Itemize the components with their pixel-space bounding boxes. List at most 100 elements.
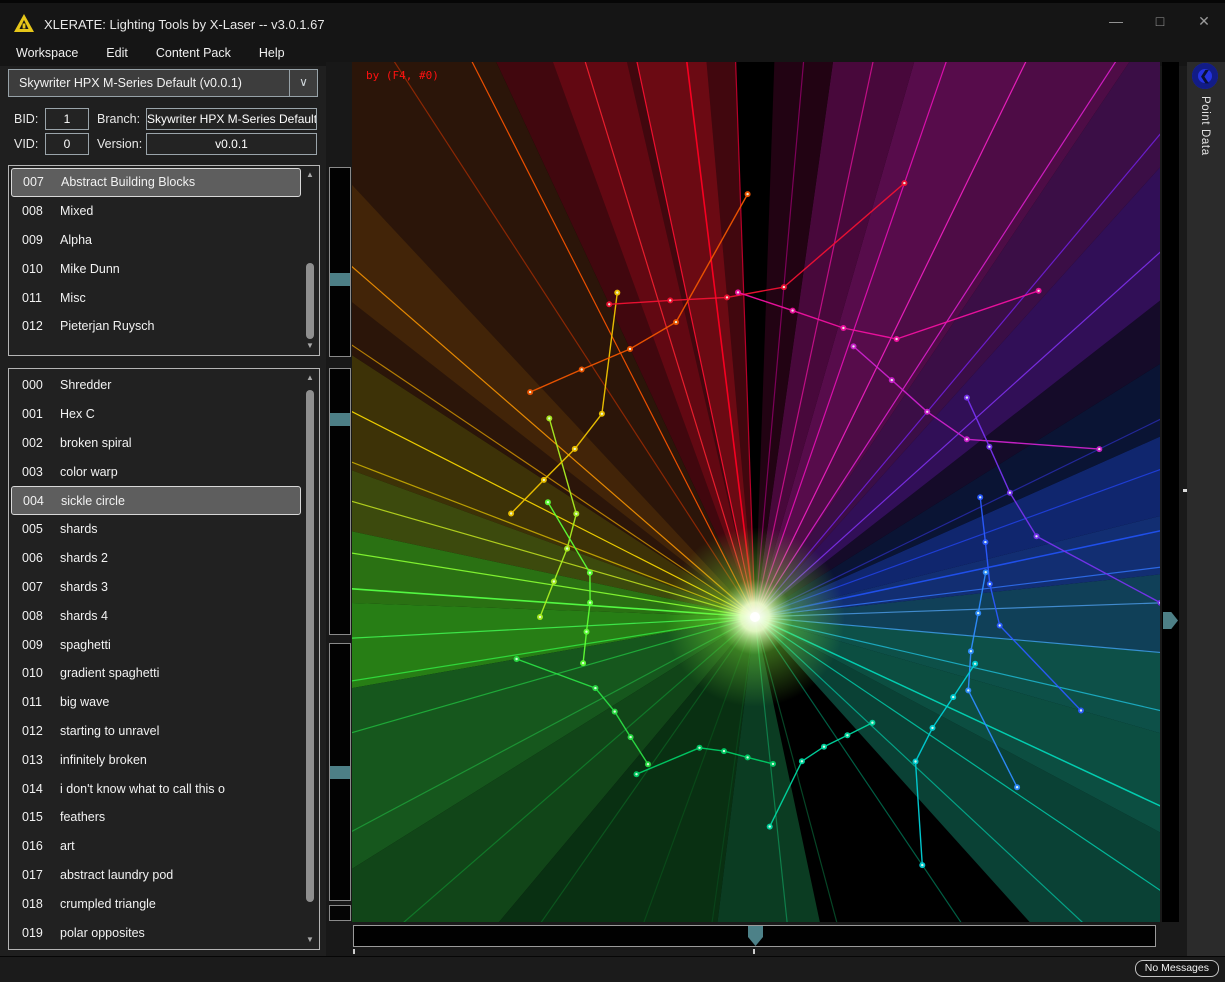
list-item[interactable]: 004sickle circle [11,486,301,515]
expand-panel-button[interactable]: ❮ [1192,63,1218,89]
content-pack-list: 007Abstract Building Blocks008Mixed009Al… [8,165,320,356]
list-item[interactable]: 011Misc [11,283,301,312]
list-item-number: 011 [11,695,60,709]
list-item-name: Abstract Building Blocks [61,175,195,189]
list-item-number: 014 [11,782,60,796]
list-item-number: 013 [11,753,60,767]
list-item-number: 009 [11,233,60,247]
list-item[interactable]: 017abstract laundry pod [11,861,301,890]
list-item-name: polar opposites [60,926,145,940]
list-item-name: Mixed [60,204,93,218]
list-item-number: 002 [11,436,60,450]
list-item-name: Pieterjan Ruysch [60,319,155,333]
list-item[interactable]: 016art [11,832,301,861]
list-item-name: shards 4 [60,609,108,623]
list-item[interactable]: 012starting to unravel [11,717,301,746]
list-item-name: starting to unravel [60,724,159,738]
bid-field[interactable]: 1 [45,108,89,130]
vid-field[interactable]: 0 [45,133,89,155]
maximize-button[interactable]: □ [1151,13,1169,30]
list-item-number: 003 [11,465,60,479]
list-item[interactable]: 007shards 3 [11,573,301,602]
point-data-strip [1187,62,1225,956]
branch-label: Branch: [97,112,140,126]
content-pack-scrollbar[interactable]: ▲ ▼ [303,167,317,354]
laser-beam-render: by (F4, #0) [352,62,1160,922]
close-button[interactable]: ✕ [1195,13,1213,30]
list-item[interactable]: 009spaghetti [11,630,301,659]
list-item[interactable]: 014i don't know what to call this o [11,774,301,803]
list-item[interactable]: 009Alpha [11,226,301,255]
list-item-name: infinitely broken [60,753,147,767]
list-item-number: 018 [11,897,60,911]
list-item-number: 011 [11,291,60,305]
scrollbar-thumb[interactable] [306,390,314,902]
list-item-name: big wave [60,695,109,709]
minimize-button[interactable]: — [1107,13,1125,30]
list-item[interactable]: 010Mike Dunn [11,254,301,283]
frame-scrollbar[interactable]: ▲ ▼ [303,370,317,948]
canvas-vertical-thumb[interactable] [1163,612,1178,629]
list-item[interactable]: 010gradient spaghetti [11,659,301,688]
list-item[interactable]: 003color warp [11,457,301,486]
list-item[interactable]: 006shards 2 [11,544,301,573]
scroll-up-icon[interactable]: ▲ [303,372,317,384]
menu-content-pack[interactable]: Content Pack [156,46,231,60]
list-item[interactable]: 005shards [11,515,301,544]
list-item[interactable]: 019polar opposites [11,918,301,947]
list-item-number: 004 [12,494,61,508]
list-item-name: gradient spaghetti [60,666,159,680]
vertical-slider-3-thumb[interactable] [330,766,350,779]
list-item-number: 010 [11,262,60,276]
list-item-number: 012 [11,724,60,738]
status-bar: No Messages [0,956,1225,982]
list-item-name: art [60,839,75,853]
scrollbar-thumb[interactable] [306,263,314,339]
menu-help[interactable]: Help [259,46,285,60]
list-item-name: color warp [60,465,118,479]
no-messages-button[interactable]: No Messages [1135,960,1219,977]
window-title: XLERATE: Lighting Tools by X-Laser -- v3… [44,17,325,32]
list-item[interactable]: 002broken spiral [11,429,301,458]
branch-dropdown[interactable]: Skywriter HPX M-Series Default (v0.0.1) … [8,69,318,97]
menu-workspace[interactable]: Workspace [16,46,78,60]
canvas-vertical-scrollbar[interactable] [1162,62,1179,922]
branch-field[interactable]: Skywriter HPX M-Series Default [146,108,317,130]
list-item[interactable]: 018crumpled triangle [11,889,301,918]
vertical-slider-1[interactable] [329,167,351,357]
vertical-slider-1-thumb[interactable] [330,273,350,286]
canvas-frame-label: by (F4, #0) [366,69,439,82]
laser-preview-canvas[interactable]: by (F4, #0) [352,62,1160,922]
canvas-horizontal-scrollbar[interactable] [353,925,1156,947]
vertical-slider-3[interactable] [329,643,351,901]
list-item[interactable]: 008shards 4 [11,601,301,630]
xlaser-logo-icon [12,11,36,35]
list-item-number: 009 [11,638,60,652]
scroll-down-icon[interactable]: ▼ [303,934,317,946]
list-item[interactable]: 012Pieterjan Ruysch [11,312,301,341]
tab-point-data[interactable]: Point Data [1199,96,1211,156]
content-pack-rows: 007Abstract Building Blocks008Mixed009Al… [10,168,302,354]
vertical-slider-2[interactable] [329,368,351,635]
scroll-up-icon[interactable]: ▲ [303,169,317,181]
chevron-down-icon[interactable]: ∨ [289,70,317,96]
list-item-name: broken spiral [60,436,132,450]
scroll-down-icon[interactable]: ▼ [303,340,317,352]
list-item[interactable]: 013infinitely broken [11,745,301,774]
list-item[interactable]: 001Hex C [11,400,301,429]
list-item-name: Alpha [60,233,92,247]
menu-edit[interactable]: Edit [106,46,128,60]
list-item[interactable]: 008Mixed [11,197,301,226]
vertical-slider-2-thumb[interactable] [330,413,350,426]
list-item[interactable]: 000Shredder [11,371,301,400]
list-item[interactable]: 011big wave [11,688,301,717]
list-item-name: Hex C [60,407,95,421]
list-item-number: 008 [11,204,60,218]
list-item-name: Misc [60,291,86,305]
list-item[interactable]: 007Abstract Building Blocks [11,168,301,197]
vid-label: VID: [14,137,38,151]
canvas-horizontal-thumb[interactable] [748,926,763,946]
version-field[interactable]: v0.0.1 [146,133,317,155]
list-item[interactable]: 015feathers [11,803,301,832]
horizontal-center-tick [753,949,755,954]
